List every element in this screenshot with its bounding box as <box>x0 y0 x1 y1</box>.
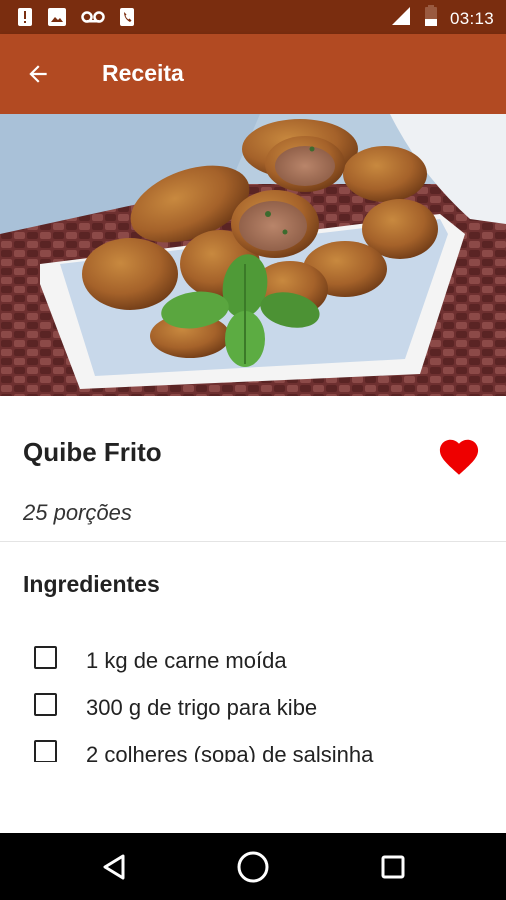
divider <box>0 541 506 542</box>
nav-home-button[interactable] <box>233 847 273 887</box>
alert-icon <box>17 7 33 32</box>
home-circle-icon <box>237 851 269 883</box>
ingredients-list: 1 kg de carne moída 300 g de trigo para … <box>0 632 506 762</box>
nav-recents-button[interactable] <box>373 847 413 887</box>
phone-icon <box>119 7 135 32</box>
ingredient-item[interactable]: 1 kg de carne moída <box>0 638 506 678</box>
navigation-bar <box>0 833 506 900</box>
back-button[interactable] <box>20 56 56 92</box>
status-clock: 03:13 <box>449 8 494 28</box>
battery-icon <box>424 5 438 32</box>
app-bar: Receita <box>0 34 506 114</box>
ingredient-item[interactable]: 2 colheres (sopa) de salsinha <box>0 732 506 762</box>
image-icon <box>47 7 67 32</box>
servings-text: 25 porções <box>23 500 132 525</box>
status-bar: 03:13 <box>0 0 506 34</box>
recipe-title: Quibe Frito <box>23 437 162 467</box>
back-triangle-icon <box>103 854 125 880</box>
ingredients-heading: Ingredientes <box>23 571 160 597</box>
notification-icons <box>17 7 135 32</box>
system-icons: 03:13 <box>390 5 494 32</box>
nav-back-button[interactable] <box>94 847 134 887</box>
app-title: Receita <box>102 60 184 86</box>
ingredient-checkbox[interactable] <box>34 646 57 669</box>
recents-square-icon <box>381 855 405 879</box>
favorite-button[interactable] <box>436 434 482 476</box>
ingredient-checkbox[interactable] <box>34 740 57 762</box>
ingredient-label: 300 g de trigo para kibe <box>86 695 318 720</box>
arrow-back-icon <box>29 65 47 83</box>
voicemail-icon <box>81 10 105 29</box>
heart-icon <box>439 439 479 475</box>
ingredient-label: 1 kg de carne moída <box>86 648 287 673</box>
recipe-photo <box>0 114 506 396</box>
signal-icon <box>390 5 412 32</box>
ingredient-item[interactable]: 300 g de trigo para kibe <box>0 685 506 725</box>
ingredient-checkbox[interactable] <box>34 693 57 716</box>
ingredient-label: 2 colheres (sopa) de salsinha <box>86 742 374 762</box>
